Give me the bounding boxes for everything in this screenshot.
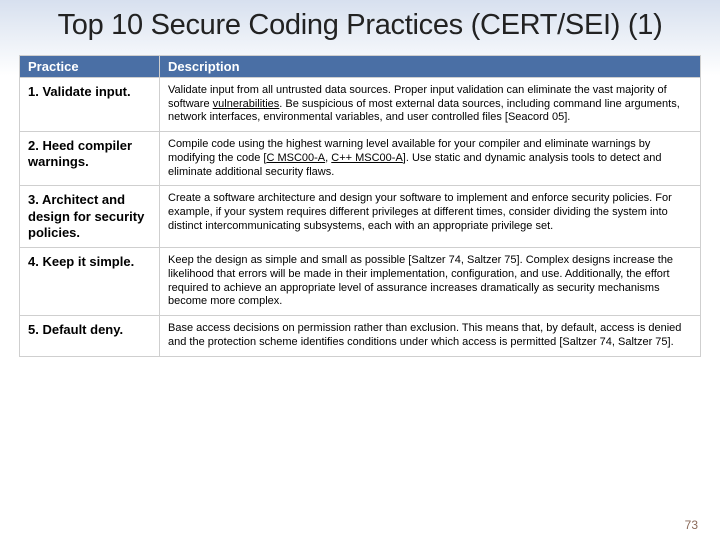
practice-cell: 4. Keep it simple. — [20, 248, 160, 316]
header-description: Description — [160, 55, 701, 77]
description-cell: Compile code using the highest warning l… — [160, 132, 701, 186]
description-cell: Create a software architecture and desig… — [160, 186, 701, 248]
slide-title: Top 10 Secure Coding Practices (CERT/SEI… — [0, 0, 720, 55]
practice-cell: 2. Heed compiler warnings. — [20, 132, 160, 186]
description-cell: Validate input from all untrusted data s… — [160, 77, 701, 131]
desc-text: Base access decisions on permission rath… — [168, 322, 681, 348]
table-row: 4. Keep it simple. Keep the design as si… — [20, 248, 701, 316]
desc-text: Create a software architecture and desig… — [168, 192, 672, 232]
link-vulnerabilities[interactable]: vulnerabilities — [213, 98, 280, 110]
practice-cell: 3. Architect and design for security pol… — [20, 186, 160, 248]
practice-cell: 1. Validate input. — [20, 77, 160, 131]
table-row: 5. Default deny. Base access decisions o… — [20, 316, 701, 357]
table-row: 2. Heed compiler warnings. Compile code … — [20, 132, 701, 186]
practices-table: Practice Description 1. Validate input. … — [19, 55, 701, 357]
desc-text: Keep the design as simple and small as p… — [168, 254, 673, 307]
practice-cell: 5. Default deny. — [20, 316, 160, 357]
header-practice: Practice — [20, 55, 160, 77]
description-cell: Base access decisions on permission rath… — [160, 316, 701, 357]
table-row: 1. Validate input. Validate input from a… — [20, 77, 701, 131]
page-number: 73 — [685, 518, 698, 532]
link-c-msc00a[interactable]: C MSC00-A — [266, 152, 325, 164]
link-cpp-msc00a[interactable]: C++ MSC00-A — [331, 152, 403, 164]
table-row: 3. Architect and design for security pol… — [20, 186, 701, 248]
description-cell: Keep the design as simple and small as p… — [160, 248, 701, 316]
